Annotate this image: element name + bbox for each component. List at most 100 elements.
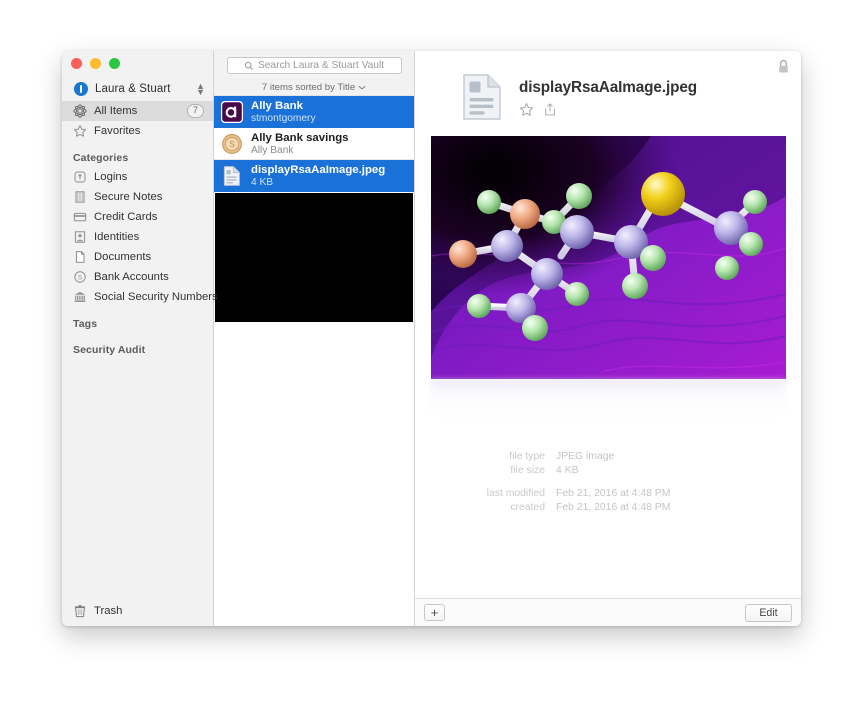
document-file-large-icon	[463, 74, 501, 120]
detail-header: displayRsaAaImage.jpeg	[415, 51, 801, 120]
search-input[interactable]: Search Laura & Stuart Vault	[226, 57, 402, 74]
chevron-down-icon[interactable]	[358, 85, 366, 90]
page-title: displayRsaAaImage.jpeg	[519, 79, 698, 96]
sidebar-item-secure-notes[interactable]: Secure Notes	[62, 187, 213, 207]
security-audit-heading[interactable]: Security Audit	[62, 333, 213, 359]
metadata-key: last modified	[486, 488, 545, 499]
sidebar-item-logins[interactable]: Logins	[62, 167, 213, 187]
sidebar-item-social-security-numbers[interactable]: Social Security Numbers	[62, 287, 218, 307]
chevron-updown-icon[interactable]: ▲ ▼	[196, 81, 205, 96]
trash-icon	[73, 604, 87, 618]
search-icon	[244, 61, 254, 71]
list-item-text: Ally Bank stmontgomery	[251, 100, 316, 124]
lock-icon[interactable]	[777, 59, 790, 74]
sidebar-item-bank-accounts[interactable]: S Bank Accounts	[62, 267, 213, 287]
note-icon	[73, 190, 87, 204]
metadata-row: file size 4 KB	[415, 465, 801, 476]
sidebar: Laura & Stuart ▲ ▼ All Items 7 Favorites…	[62, 51, 218, 626]
app-window: Laura & Stuart ▲ ▼ All Items 7 Favorites…	[62, 51, 801, 626]
sidebar-item-label: Identities	[94, 231, 140, 243]
vault-name: Laura & Stuart	[95, 82, 171, 95]
list-item[interactable]: Ally Bank stmontgomery	[214, 96, 414, 128]
metadata-list: file type JPEG image file size 4 KB last…	[415, 451, 801, 516]
list-preview-blackbox	[215, 193, 413, 322]
sidebar-item-label: Bank Accounts	[94, 271, 169, 283]
list-item-subtitle: 4 KB	[251, 176, 274, 188]
sort-bar[interactable]: 7 items sorted by Title	[214, 80, 414, 96]
sidebar-item-label: Favorites	[94, 125, 141, 137]
minimize-button[interactable]	[90, 58, 101, 69]
window-controls	[62, 51, 213, 76]
detail-spacer	[415, 516, 801, 598]
search-bar: Search Laura & Stuart Vault	[214, 51, 414, 80]
list-item[interactable]: S Ally Bank savings Ally Bank	[214, 128, 414, 160]
ssn-icon	[73, 290, 87, 304]
metadata-key: file type	[509, 451, 545, 462]
list-item-subtitle: Ally Bank	[251, 144, 294, 156]
list-item-title: Ally Bank	[251, 99, 303, 112]
document-file-icon	[221, 165, 243, 187]
login-icon	[73, 170, 87, 184]
detail-actions	[519, 102, 697, 117]
search-placeholder: Search Laura & Stuart Vault	[257, 60, 385, 71]
credit-card-icon	[73, 210, 87, 224]
metadata-row: last modified Feb 21, 2016 at 4:48 PM	[415, 488, 801, 499]
svg-text:S: S	[229, 140, 234, 149]
sidebar-item-label: Logins	[94, 171, 128, 183]
all-items-icon	[73, 104, 87, 118]
sidebar-item-label: Social Security Numbers	[94, 291, 218, 303]
svg-text:S: S	[78, 275, 82, 282]
sidebar-item-trash[interactable]: Trash	[62, 596, 213, 626]
trash-label: Trash	[94, 605, 123, 617]
metadata-value: Feb 21, 2016 at 4:48 PM	[556, 488, 671, 499]
sidebar-item-documents[interactable]: Documents	[62, 247, 213, 267]
metadata-value: JPEG image	[556, 451, 615, 462]
list-item[interactable]: displayRsaAaImage.jpeg 4 KB	[214, 160, 414, 192]
preview-wrap	[415, 136, 801, 417]
star-icon	[73, 124, 87, 138]
vault-badge-icon	[74, 81, 88, 96]
list-item-text: Ally Bank savings Ally Bank	[251, 132, 349, 156]
vault-switcher[interactable]: Laura & Stuart ▲ ▼	[62, 76, 213, 101]
identity-icon	[73, 230, 87, 244]
sidebar-item-label: Credit Cards	[94, 211, 158, 223]
sidebar-item-favorites[interactable]: Favorites	[62, 121, 213, 141]
list-item-title: displayRsaAaImage.jpeg	[251, 163, 386, 176]
edit-button[interactable]: Edit	[745, 603, 792, 622]
close-button[interactable]	[71, 58, 82, 69]
metadata-row: file type JPEG image	[415, 451, 801, 462]
preview-reflection	[430, 379, 786, 417]
item-list-column: Search Laura & Stuart Vault 7 items sort…	[214, 51, 415, 626]
list-item-title: Ally Bank savings	[251, 131, 349, 144]
metadata-value: Feb 21, 2016 at 4:48 PM	[556, 502, 671, 513]
sidebar-item-all-items[interactable]: All Items 7	[62, 101, 213, 121]
detail-title-block: displayRsaAaImage.jpeg	[519, 74, 697, 117]
sidebar-item-label: Documents	[94, 251, 152, 263]
detail-footer-toolbar: + Edit	[415, 598, 801, 626]
coin-icon: S	[221, 133, 243, 155]
sidebar-item-identities[interactable]: Identities	[62, 227, 213, 247]
tags-heading[interactable]: Tags	[62, 307, 213, 333]
metadata-value: 4 KB	[556, 465, 579, 476]
sidebar-item-label: All Items	[94, 105, 138, 117]
list-empty-area	[214, 322, 414, 626]
share-icon[interactable]	[543, 102, 557, 117]
molecule-image-preview[interactable]	[430, 136, 786, 379]
metadata-key: file size	[510, 465, 545, 476]
metadata-row: created Feb 21, 2016 at 4:48 PM	[415, 502, 801, 513]
ally-bank-logo-icon	[221, 100, 243, 123]
list-item-subtitle: stmontgomery	[251, 112, 316, 124]
metadata-key: created	[510, 502, 545, 513]
all-items-count-badge: 7	[186, 104, 204, 118]
favorite-star-icon[interactable]	[519, 102, 534, 117]
zoom-button[interactable]	[109, 58, 120, 69]
categories-heading: Categories	[73, 152, 129, 164]
list-item-text: displayRsaAaImage.jpeg 4 KB	[251, 164, 385, 188]
document-icon	[73, 250, 87, 264]
sidebar-item-label: Secure Notes	[94, 191, 163, 203]
bank-account-icon: S	[73, 270, 87, 284]
detail-panel: displayRsaAaImage.jpeg file type JPEG im…	[415, 51, 801, 626]
sidebar-item-credit-cards[interactable]: Credit Cards	[62, 207, 213, 227]
add-button[interactable]: +	[424, 604, 445, 621]
